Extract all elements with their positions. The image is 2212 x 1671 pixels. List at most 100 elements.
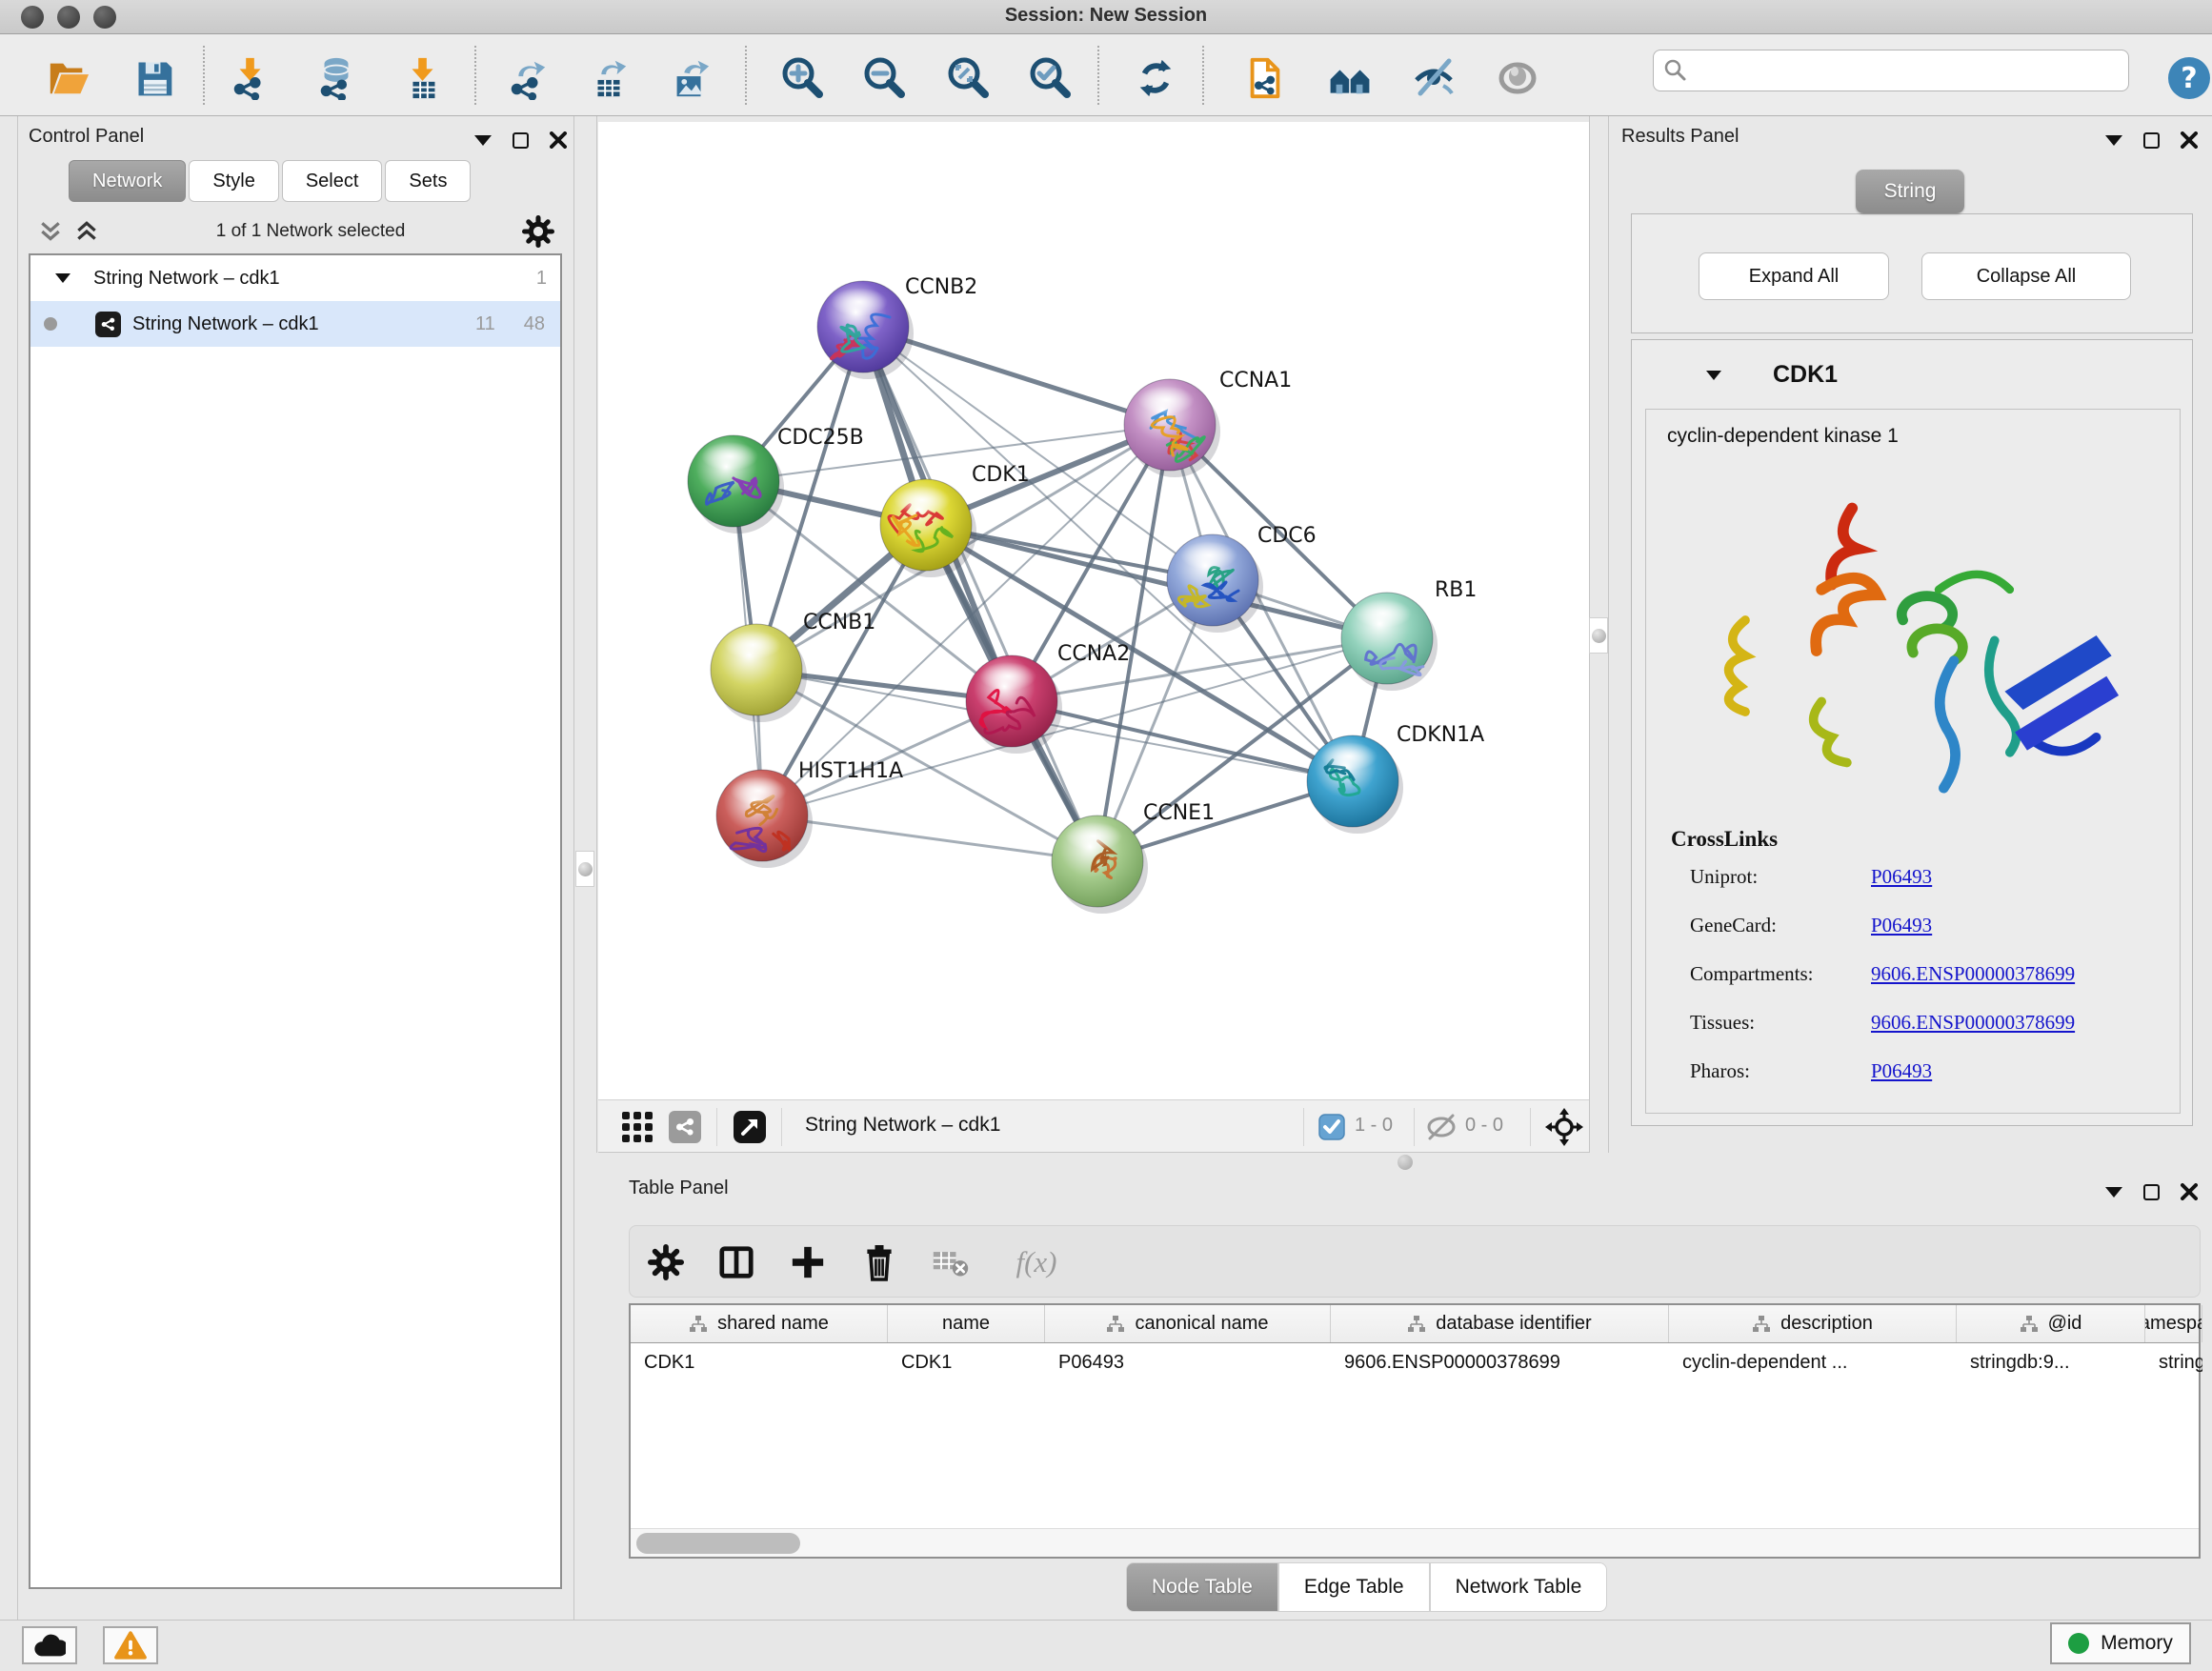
table-cell[interactable]: cyclin-dependent ... bbox=[1669, 1343, 1957, 1381]
help-button[interactable]: ? bbox=[2164, 53, 2212, 103]
edge-CCNA2-CDKN1A[interactable] bbox=[1012, 701, 1353, 781]
column-header-description[interactable]: description bbox=[1669, 1305, 1957, 1342]
collapse-panel-icon[interactable] bbox=[474, 135, 492, 146]
apply-function-button[interactable]: f(x) bbox=[1003, 1239, 1070, 1285]
tab-select[interactable]: Select bbox=[282, 160, 383, 202]
network-node-CCNA1[interactable] bbox=[1124, 379, 1220, 477]
network-tree-root-row[interactable]: String Network – cdk1 1 bbox=[30, 255, 560, 301]
table-cell[interactable]: stringdb:9... bbox=[1957, 1343, 2145, 1381]
table-cell[interactable]: 9606.ENSP00000378699 bbox=[1331, 1343, 1669, 1381]
cloud-status-button[interactable] bbox=[22, 1626, 77, 1664]
delete-table-button[interactable] bbox=[928, 1239, 974, 1285]
memory-button[interactable]: Memory bbox=[2050, 1622, 2191, 1664]
close-panel-icon[interactable] bbox=[550, 131, 567, 149]
zoom-in-button[interactable] bbox=[778, 53, 828, 103]
crosslink-tissues-link[interactable]: 9606.ENSP00000378699 bbox=[1871, 1011, 2075, 1035]
zoom-selected-button[interactable] bbox=[1026, 53, 1076, 103]
zoom-fit-button[interactable] bbox=[944, 53, 994, 103]
node-expander-icon[interactable] bbox=[1706, 371, 1721, 380]
network-node-CDC6[interactable] bbox=[1167, 534, 1263, 633]
network-tree-item-row[interactable]: String Network – cdk1 11 48 bbox=[30, 301, 560, 347]
close-panel-icon[interactable] bbox=[2181, 1183, 2198, 1200]
import-network-file-button[interactable] bbox=[226, 53, 275, 103]
warnings-button[interactable] bbox=[103, 1626, 158, 1664]
show-all-button[interactable] bbox=[1493, 53, 1542, 103]
tab-style[interactable]: Style bbox=[189, 160, 278, 202]
float-panel-icon[interactable] bbox=[2143, 132, 2160, 149]
gear-icon[interactable] bbox=[522, 215, 554, 248]
horizontal-splitter-handle[interactable] bbox=[1398, 1155, 1413, 1170]
scrollbar-thumb[interactable] bbox=[636, 1533, 800, 1554]
add-column-button[interactable] bbox=[785, 1239, 831, 1285]
left-splitter-handle[interactable] bbox=[575, 851, 594, 887]
network-canvas[interactable]: CCNB2CCNA1CDC25BCDK1CDC6RB1CCNB1CCNA2CDK… bbox=[598, 122, 1589, 1099]
tab-network-table[interactable]: Network Table bbox=[1430, 1562, 1608, 1612]
collapse-panel-icon[interactable] bbox=[2105, 135, 2122, 146]
tab-edge-table[interactable]: Edge Table bbox=[1278, 1562, 1430, 1612]
float-panel-icon[interactable] bbox=[513, 132, 529, 149]
column-header-name[interactable]: name bbox=[888, 1305, 1045, 1342]
collapse-all-button[interactable]: Collapse All bbox=[1921, 252, 2131, 300]
open-in-window-button[interactable] bbox=[730, 1107, 770, 1147]
crosslink-genecard-link[interactable]: P06493 bbox=[1871, 914, 1932, 937]
edge-CDK1-RB1[interactable] bbox=[926, 525, 1387, 638]
network-node-CCNE1[interactable] bbox=[1052, 815, 1148, 914]
network-type-button[interactable] bbox=[665, 1107, 705, 1147]
tab-network[interactable]: Network bbox=[69, 160, 186, 202]
column-header-id[interactable]: @id bbox=[1957, 1305, 2145, 1342]
search-input[interactable] bbox=[1688, 53, 2128, 88]
column-header-namespace[interactable]: namespace bbox=[2145, 1305, 2202, 1342]
import-table-button[interactable] bbox=[398, 53, 448, 103]
save-session-button[interactable] bbox=[130, 53, 179, 103]
table-cell[interactable]: P06493 bbox=[1045, 1343, 1331, 1381]
fit-content-crosshair-icon[interactable] bbox=[1545, 1108, 1583, 1146]
refresh-button[interactable] bbox=[1131, 53, 1180, 103]
crosslink-compartments-link[interactable]: 9606.ENSP00000378699 bbox=[1871, 962, 2075, 986]
network-node-HIST1H1A[interactable] bbox=[716, 770, 813, 868]
new-network-from-selection-button[interactable] bbox=[1240, 53, 1290, 103]
network-tree: String Network – cdk1 1 String Network –… bbox=[29, 253, 562, 1589]
table-cell[interactable]: CDK1 bbox=[631, 1343, 888, 1381]
horizontal-scrollbar[interactable] bbox=[631, 1528, 2199, 1557]
collapse-all-icon[interactable] bbox=[38, 220, 63, 243]
network-node-CDC25B[interactable] bbox=[688, 435, 784, 534]
delete-column-button[interactable] bbox=[856, 1239, 902, 1285]
open-file-button[interactable] bbox=[43, 53, 92, 103]
network-node-CCNA2[interactable] bbox=[966, 655, 1062, 754]
column-header-sharedname[interactable]: shared name bbox=[631, 1305, 888, 1342]
table-cell[interactable]: stringdb bbox=[2145, 1343, 2202, 1381]
hide-selected-button[interactable] bbox=[1409, 53, 1458, 103]
crosslink-pharos-link[interactable]: P06493 bbox=[1871, 1059, 1932, 1083]
column-header-databaseidentifier[interactable]: database identifier bbox=[1331, 1305, 1669, 1342]
crosslink-uniprot-link[interactable]: P06493 bbox=[1871, 865, 1932, 889]
network-node-RB1[interactable] bbox=[1341, 593, 1438, 691]
collapse-panel-icon[interactable] bbox=[2105, 1187, 2122, 1198]
network-view-title: String Network – cdk1 bbox=[805, 1114, 1000, 1137]
network-node-CDKN1A[interactable] bbox=[1307, 735, 1403, 834]
expand-all-icon[interactable] bbox=[74, 220, 99, 243]
table-row[interactable]: CDK1CDK1P064939606.ENSP00000378699cyclin… bbox=[631, 1343, 2199, 1381]
birds-eye-view-button[interactable] bbox=[617, 1107, 657, 1147]
tab-node-table[interactable]: Node Table bbox=[1126, 1562, 1278, 1612]
selected-checkbox-icon[interactable] bbox=[1318, 1114, 1345, 1140]
import-network-database-button[interactable] bbox=[312, 53, 361, 103]
tab-string[interactable]: String bbox=[1856, 170, 1964, 213]
export-network-button[interactable] bbox=[503, 53, 553, 103]
float-panel-icon[interactable] bbox=[2143, 1184, 2160, 1200]
zoom-out-button[interactable] bbox=[860, 53, 910, 103]
expand-all-button[interactable]: Expand All bbox=[1699, 252, 1889, 300]
network-node-CDK1[interactable] bbox=[880, 479, 976, 577]
table-settings-button[interactable] bbox=[643, 1239, 689, 1285]
table-cell[interactable]: CDK1 bbox=[888, 1343, 1045, 1381]
export-image-button[interactable] bbox=[665, 53, 714, 103]
close-panel-icon[interactable] bbox=[2181, 131, 2198, 149]
tab-sets[interactable]: Sets bbox=[385, 160, 471, 202]
tree-expander-icon[interactable] bbox=[55, 273, 70, 283]
right-splitter-handle[interactable] bbox=[1589, 617, 1608, 654]
network-graph[interactable]: CCNB2CCNA1CDC25BCDK1CDC6RB1CCNB1CCNA2CDK… bbox=[598, 122, 1589, 1099]
first-neighbors-button[interactable] bbox=[1325, 53, 1375, 103]
left-splitter-line bbox=[573, 116, 574, 1620]
select-columns-button[interactable] bbox=[714, 1239, 759, 1285]
export-table-button[interactable] bbox=[584, 53, 633, 103]
column-header-canonicalname[interactable]: canonical name bbox=[1045, 1305, 1331, 1342]
